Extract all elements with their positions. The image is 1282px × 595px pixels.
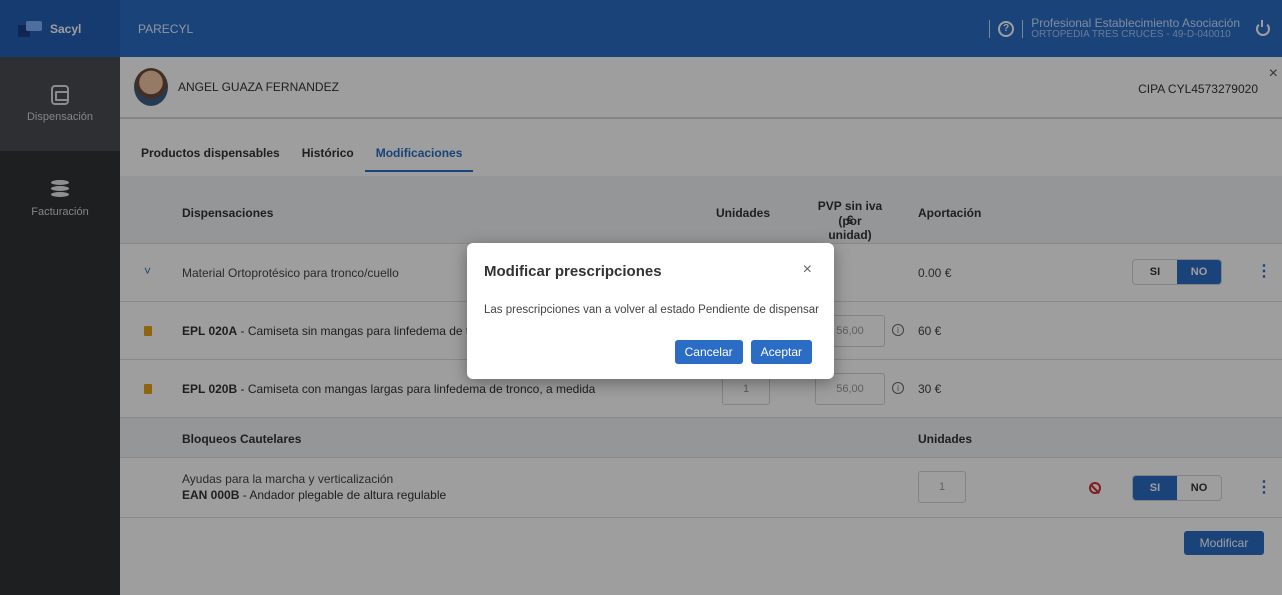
- modificar-prescripciones-dialog: Modificar prescripciones × Las prescripc…: [467, 243, 834, 379]
- cancel-button[interactable]: Cancelar: [674, 340, 743, 364]
- accept-button[interactable]: Aceptar: [750, 340, 812, 364]
- dialog-buttons: Cancelar Aceptar: [674, 340, 812, 364]
- dialog-message: Las prescripciones van a volver al estad…: [484, 304, 819, 316]
- dialog-title: Modificar prescripciones: [484, 263, 662, 280]
- close-icon[interactable]: ×: [803, 261, 812, 279]
